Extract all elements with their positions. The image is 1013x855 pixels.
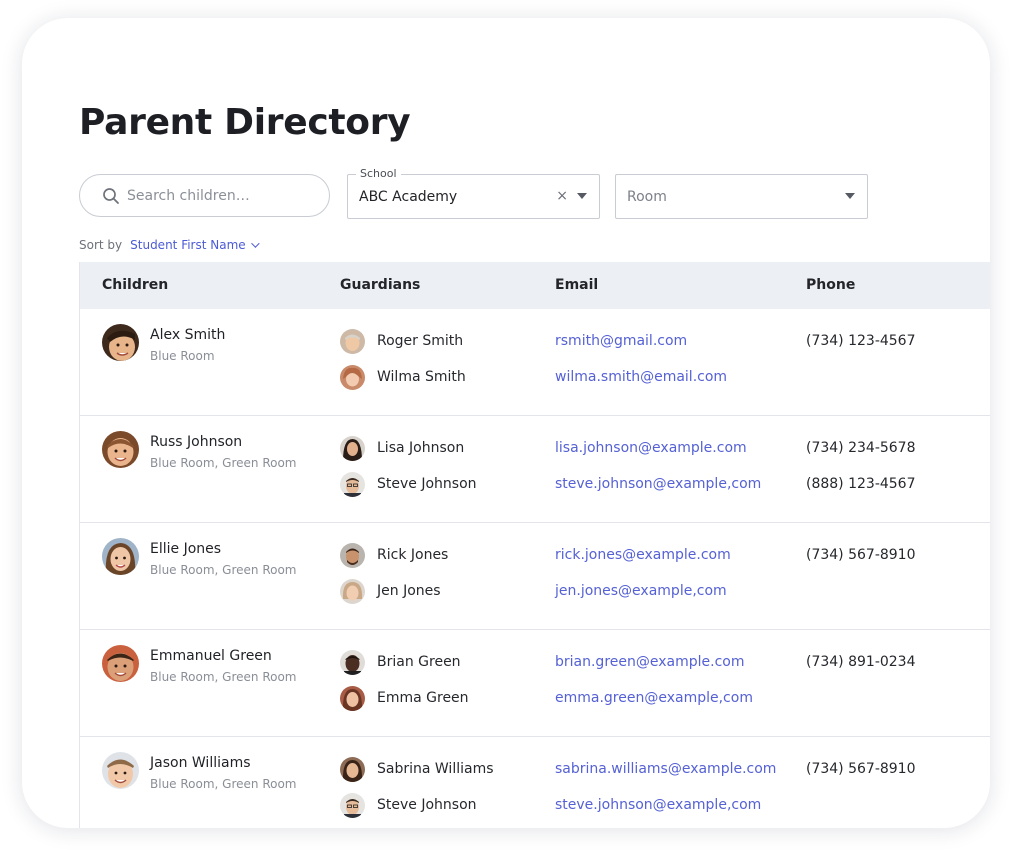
guardian-avatar [340,686,365,711]
guardian-avatar [340,329,365,354]
table-row[interactable]: Russ Johnson Blue Room, Green Room Lisa … [80,416,990,523]
search-input[interactable] [127,187,317,204]
table-row[interactable]: Alex Smith Blue Room Roger Smith rsmith@… [80,309,990,416]
table-row[interactable]: Jason Williams Blue Room, Green Room Sab… [80,737,990,828]
header-email[interactable]: Email [555,277,598,293]
guardian-name: Brian Green [377,654,461,670]
guardian-name: Roger Smith [377,333,464,349]
guardian-phone: (734) 567-8910 [806,547,916,563]
child-rooms: Blue Room, Green Room [150,777,297,791]
child-avatar [102,752,139,789]
school-label: School [356,167,401,180]
guardian-avatar [340,543,365,568]
caret-down-icon[interactable] [577,193,587,199]
child-name[interactable]: Jason Williams [150,755,251,771]
sort-dropdown[interactable]: Student First Name [130,238,260,252]
child-avatar [102,324,139,361]
guardian-avatar [340,436,365,461]
guardian-email-link[interactable]: brian.green@example.com [555,654,744,670]
guardian-email-link[interactable]: emma.green@example,com [555,690,753,706]
sort-control: Sort by Student First Name [79,238,260,252]
guardian-avatar [340,472,365,497]
guardian-phone: (734) 891-0234 [806,654,916,670]
child-name[interactable]: Russ Johnson [150,434,242,450]
guardian-name: Rick Jones [377,547,449,563]
sort-value[interactable]: Student First Name [130,238,246,252]
guardian-email-link[interactable]: jen.jones@example,com [555,583,727,599]
child-name[interactable]: Emmanuel Green [150,648,272,664]
guardian-email-link[interactable]: rsmith@gmail.com [555,333,687,349]
clear-icon[interactable]: × [556,187,568,205]
guardian-email-link[interactable]: lisa.johnson@example.com [555,440,747,456]
header-children[interactable]: Children [102,277,168,293]
guardian-email-link[interactable]: wilma.smith@email.com [555,369,727,385]
directory-table: Children Guardians Email Phone Alex Smit… [79,262,990,828]
guardian-phone: (888) 123-4567 [806,476,916,492]
child-rooms: Blue Room, Green Room [150,563,297,577]
guardian-name: Steve Johnson [377,476,477,492]
guardian-email-link[interactable]: rick.jones@example.com [555,547,731,563]
guardian-avatar [340,579,365,604]
chevron-down-icon[interactable] [250,239,260,248]
guardian-phone: (734) 567-8910 [806,761,916,777]
guardian-name: Wilma Smith [377,369,466,385]
child-avatar [102,431,139,468]
search-box[interactable] [79,174,330,217]
room-placeholder: Room [627,188,667,205]
header-guardians[interactable]: Guardians [340,277,420,293]
guardian-avatar [340,757,365,782]
guardian-name: Emma Green [377,690,469,706]
search-icon [103,187,119,204]
header-phone[interactable]: Phone [806,277,855,293]
caret-down-icon[interactable] [845,193,855,199]
child-avatar [102,645,139,682]
room-select[interactable]: Room [615,174,868,219]
sort-label: Sort by [79,238,123,252]
guardian-name: Sabrina Williams [377,761,494,777]
child-name[interactable]: Alex Smith [150,327,225,343]
school-value: ABC Academy [359,188,458,205]
page-title: Parent Directory [79,102,411,143]
guardian-name: Steve Johnson [377,797,477,813]
school-select[interactable]: School ABC Academy × [347,167,600,219]
guardian-avatar [340,650,365,675]
directory-card: Parent Directory School ABC Academy × Ro… [22,18,990,828]
child-rooms: Blue Room [150,349,215,363]
guardian-phone: (734) 123-4567 [806,333,916,349]
table-row[interactable]: Emmanuel Green Blue Room, Green Room Bri… [80,630,990,737]
guardian-email-link[interactable]: steve.johnson@example,com [555,797,761,813]
child-rooms: Blue Room, Green Room [150,456,297,470]
child-name[interactable]: Ellie Jones [150,541,221,557]
guardian-email-link[interactable]: steve.johnson@example,com [555,476,761,492]
guardian-name: Lisa Johnson [377,440,465,456]
table-header: Children Guardians Email Phone [80,262,990,309]
guardian-avatar [340,365,365,390]
table-row[interactable]: Ellie Jones Blue Room, Green Room Rick J… [80,523,990,630]
child-rooms: Blue Room, Green Room [150,670,297,684]
guardian-email-link[interactable]: sabrina.williams@example.com [555,761,776,777]
child-avatar [102,538,139,575]
guardian-avatar [340,793,365,818]
guardian-name: Jen Jones [377,583,441,599]
guardian-phone: (734) 234-5678 [806,440,916,456]
